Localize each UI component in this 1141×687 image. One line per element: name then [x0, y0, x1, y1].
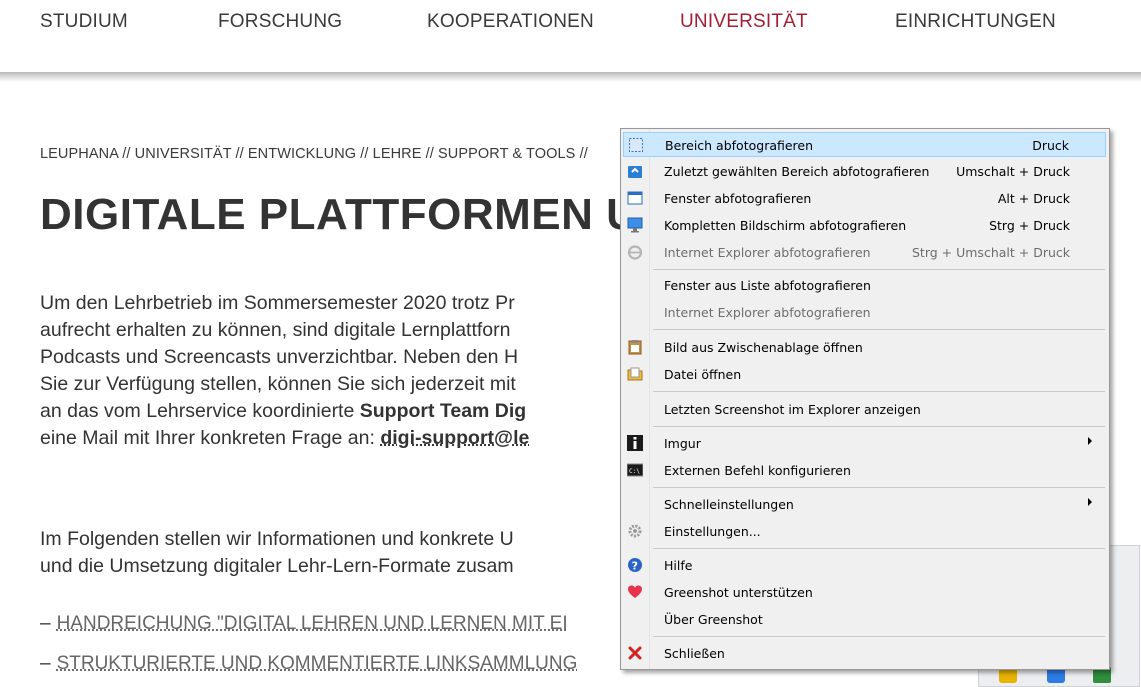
- menu-item-capture-window-from-list[interactable]: Fenster aus Liste abfotografieren: [623, 273, 1106, 298]
- intro-line-6: eine Mail mit Ihrer konkreten Frage an: …: [40, 425, 529, 452]
- support-mail-link[interactable]: digi-support@le: [380, 427, 529, 449]
- menu-item-label: Externen Befehl konfigurieren: [664, 463, 851, 478]
- menu-item-shortcut: Strg + Druck: [989, 218, 1070, 233]
- menu-item-capture-ie-2[interactable]: Internet Explorer abfotografieren: [623, 300, 1106, 325]
- menu-item-help[interactable]: ? Hilfe: [623, 553, 1106, 578]
- menu-item-open-clipboard[interactable]: Bild aus Zwischenablage öffnen: [623, 335, 1106, 360]
- intro-line-3: Podcasts und Screencasts unverzichtbar. …: [40, 346, 519, 368]
- menu-separator: [653, 426, 1105, 427]
- menu-item-label: Zuletzt gewählten Bereich abfotografiere…: [664, 164, 930, 179]
- menu-item-label: Über Greenshot: [664, 612, 763, 627]
- menu-item-label: Internet Explorer abfotografieren: [664, 245, 871, 260]
- menu-item-label: Kompletten Bildschirm abfotografieren: [664, 218, 907, 233]
- top-navigation: STUDIUM FORSCHUNG KOOPERATIONEN UNIVERSI…: [0, 0, 1141, 72]
- nav-item-einrichtungen[interactable]: EINRICHTUNGEN: [895, 11, 1056, 33]
- menu-item-capture-window[interactable]: Fenster abfotografieren Alt + Druck: [623, 186, 1106, 211]
- nav-item-forschung[interactable]: FORSCHUNG: [218, 11, 342, 33]
- intro-paragraph: Um den Lehrbetrieb im Sommersemester 202…: [40, 290, 529, 452]
- submenu-arrow-icon: [1088, 437, 1092, 445]
- list-dash: –: [40, 653, 51, 674]
- menu-separator: [653, 269, 1105, 270]
- menu-item-label: Fenster aus Liste abfotografieren: [664, 278, 871, 293]
- menu-item-label: Schließen: [664, 646, 725, 661]
- menu-item-imgur[interactable]: Imgur: [623, 431, 1106, 456]
- list-item: – HANDREICHUNG "DIGITAL LEHREN UND LERNEN…: [40, 613, 568, 635]
- menu-item-capture-ie[interactable]: Internet Explorer abfotografieren Strg +…: [623, 240, 1106, 265]
- submenu-arrow-icon: [1088, 498, 1092, 506]
- menu-item-label: Greenshot unterstützen: [664, 585, 813, 600]
- menu-item-settings[interactable]: Einstellungen...: [623, 519, 1106, 544]
- menu-item-capture-last-region[interactable]: Zuletzt gewählten Bereich abfotografiere…: [623, 159, 1106, 184]
- menu-item-open-file[interactable]: Datei öffnen: [623, 362, 1106, 387]
- nav-item-universitaet[interactable]: UNIVERSITÄT: [680, 11, 808, 33]
- menu-item-support-greenshot[interactable]: Greenshot unterstützen: [623, 580, 1106, 605]
- menu-item-shortcut: Alt + Druck: [997, 191, 1070, 206]
- last-region-icon: [628, 166, 642, 178]
- menu-item-label: Hilfe: [664, 558, 693, 573]
- intro-line-5-text: an das vom Lehrservice koordinierte: [40, 400, 360, 422]
- settings-gear-icon: [628, 524, 642, 538]
- menu-item-label: Fenster abfotografieren: [664, 191, 812, 206]
- menu-item-label: Letzten Screenshot im Explorer anzeigen: [664, 402, 921, 417]
- page-title: DIGITALE PLATTFORMEN U: [40, 190, 639, 239]
- imgur-icon: [627, 435, 643, 451]
- svg-text:C:\: C:\: [629, 468, 640, 475]
- menu-item-quick-settings[interactable]: Schnelleinstellungen: [623, 492, 1106, 517]
- support-team-link[interactable]: Support Team Dig: [360, 400, 526, 422]
- menu-item-label: Schnelleinstellungen: [664, 497, 794, 512]
- menu-item-shortcut: Druck: [1032, 138, 1069, 153]
- svg-text:?: ?: [632, 560, 638, 573]
- menu-separator: [653, 487, 1105, 488]
- intro-line-6-text: eine Mail mit Ihrer konkreten Frage an:: [40, 427, 381, 449]
- menu-item-external-command[interactable]: C:\ Externen Befehl konfigurieren: [623, 458, 1106, 483]
- menu-item-label: Einstellungen...: [664, 524, 761, 539]
- greenshot-context-menu: Bereich abfotografieren Druck Zuletzt ge…: [620, 128, 1110, 670]
- window-capture-icon: [627, 191, 643, 205]
- menu-separator: [653, 636, 1105, 637]
- intro-line-5: an das vom Lehrservice koordinierte Supp…: [40, 398, 529, 425]
- menu-item-capture-fullscreen[interactable]: Kompletten Bildschirm abfotografieren St…: [623, 213, 1106, 238]
- followup-line-2: und die Umsetzung digitaler Lehr-Lern-Fo…: [40, 555, 514, 577]
- region-capture-icon: [629, 138, 643, 152]
- list-dash: –: [40, 613, 51, 634]
- linksammlung-link[interactable]: STRUKTURIERTE UND KOMMENTIERTE LINKSAMML…: [57, 653, 578, 674]
- menu-item-label: Internet Explorer abfotografieren: [664, 305, 871, 320]
- followup-paragraph: Im Folgenden stellen wir Informationen u…: [40, 526, 514, 580]
- menu-item-capture-region[interactable]: Bereich abfotografieren Druck: [623, 132, 1106, 157]
- help-icon: ?: [628, 558, 642, 573]
- heart-icon: [628, 585, 642, 598]
- nav-item-kooperationen[interactable]: KOOPERATIONEN: [427, 11, 594, 33]
- handreichung-link[interactable]: HANDREICHUNG "DIGITAL LEHREN UND LERNEN …: [57, 613, 568, 634]
- menu-item-shortcut: Umschalt + Druck: [956, 164, 1070, 179]
- clipboard-icon: [628, 340, 642, 355]
- menu-separator: [653, 548, 1105, 549]
- fullscreen-capture-icon: [627, 217, 643, 233]
- open-file-icon: [627, 367, 643, 381]
- menu-item-label: Imgur: [664, 436, 701, 451]
- nav-shadow-divider: [0, 72, 1141, 82]
- menu-item-label: Bild aus Zwischenablage öffnen: [664, 340, 863, 355]
- console-icon: C:\: [627, 463, 643, 477]
- menu-separator: [653, 391, 1105, 392]
- breadcrumb[interactable]: LEUPHANA // UNIVERSITÄT // ENTWICKLUNG /…: [40, 146, 588, 162]
- list-item: – STRUKTURIERTE UND KOMMENTIERTE LINKSAMM…: [40, 653, 577, 675]
- menu-item-label: Bereich abfotografieren: [665, 138, 814, 153]
- nav-item-studium[interactable]: STUDIUM: [40, 11, 128, 33]
- intro-line-2: aufrecht erhalten zu können, sind digita…: [40, 319, 511, 341]
- menu-item-about[interactable]: Über Greenshot: [623, 607, 1106, 632]
- menu-item-show-in-explorer[interactable]: Letzten Screenshot im Explorer anzeigen: [623, 397, 1106, 422]
- intro-line-4: Sie zur Verfügung stellen, können Sie si…: [40, 373, 516, 395]
- menu-item-shortcut: Strg + Umschalt + Druck: [912, 245, 1070, 260]
- followup-line-1: Im Folgenden stellen wir Informationen u…: [40, 528, 514, 550]
- ie-icon: [627, 245, 643, 260]
- close-x-icon: [628, 646, 642, 660]
- menu-separator: [653, 329, 1105, 330]
- menu-item-exit[interactable]: Schließen: [623, 641, 1106, 666]
- menu-item-label: Datei öffnen: [664, 367, 742, 382]
- intro-line-1: Um den Lehrbetrieb im Sommersemester 202…: [40, 292, 515, 314]
